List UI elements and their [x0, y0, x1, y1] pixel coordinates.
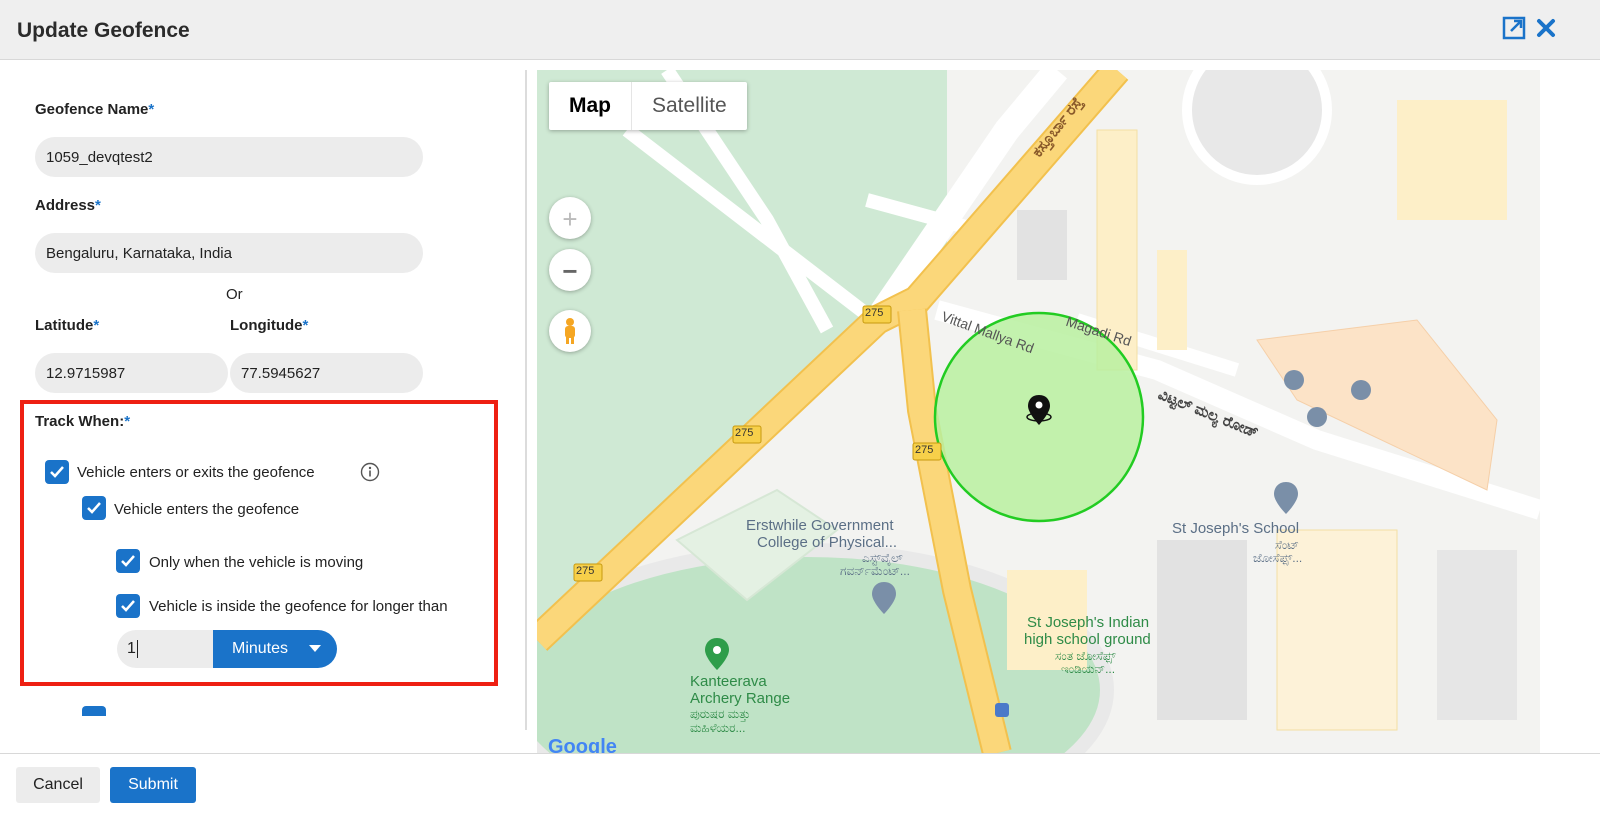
place-label-archery-kn-2: ಮಹಿಳೆಯರ...	[690, 721, 746, 735]
place-label-archery-1: Kanteerava	[690, 673, 767, 690]
geofence-name-label: Geofence Name*	[35, 101, 155, 118]
track-when-label: Track When:*	[35, 413, 131, 430]
place-label-ground-1: St Joseph's Indian	[1027, 614, 1150, 631]
enters-label: Vehicle enters the geofence	[114, 501, 300, 518]
address-label: Address*	[35, 197, 101, 214]
panel-divider	[525, 70, 527, 730]
place-label-college-2: College of Physical...	[757, 534, 898, 551]
enters-exits-label: Vehicle enters or exits the geofence	[77, 464, 315, 481]
geofence-name-input[interactable]	[35, 137, 423, 177]
zoom-in-button[interactable]: +	[549, 197, 591, 239]
map-type-switcher: Map Satellite	[549, 82, 747, 130]
chevron-down-icon	[309, 645, 321, 652]
expand-icon[interactable]	[1502, 16, 1528, 42]
longitude-label: Longitude*	[230, 317, 309, 334]
submit-button[interactable]: Submit	[110, 767, 196, 803]
dialog-title: Update Geofence	[17, 19, 190, 42]
duration-input[interactable]: 1	[117, 630, 217, 668]
place-label-ground-2: high school ground	[1024, 631, 1151, 648]
pegman-icon[interactable]	[549, 310, 591, 352]
cancel-button[interactable]: Cancel	[16, 767, 100, 803]
dialog-header: Update Geofence	[0, 0, 1600, 60]
google-logo: Google	[548, 736, 617, 753]
enters-exits-checkbox[interactable]	[45, 460, 69, 484]
info-icon[interactable]	[360, 462, 380, 487]
place-label-school-kn-2: ಜೋಸೆಫ್ಸ್...	[1253, 551, 1303, 565]
enters-checkbox[interactable]	[82, 496, 106, 520]
latitude-label: Latitude*	[35, 317, 100, 334]
or-separator: Or	[226, 286, 243, 303]
duration-unit-dropdown[interactable]: Minutes	[213, 630, 337, 668]
zoom-out-button[interactable]: −	[549, 249, 591, 291]
route-badge-275-a: 275	[865, 307, 884, 319]
latitude-input[interactable]	[35, 353, 228, 393]
route-badge-275-d: 275	[576, 565, 595, 577]
place-label-college-kn-2: ಗವರ್ನ್‌ಮೆಂಟ್...	[840, 564, 910, 578]
inside-longer-label: Vehicle is inside the geofence for longe…	[149, 598, 448, 615]
dialog-footer: Cancel Submit	[0, 753, 1600, 828]
partial-checkbox[interactable]	[82, 706, 106, 716]
route-badge-275-b: 275	[735, 427, 754, 439]
address-input[interactable]	[35, 233, 423, 273]
map-canvas	[537, 70, 1540, 753]
duration-unit-label: Minutes	[232, 640, 289, 657]
close-icon[interactable]	[1534, 16, 1560, 42]
place-label-college-1: Erstwhile Government	[746, 517, 894, 534]
map-type-satellite[interactable]: Satellite	[632, 82, 747, 130]
place-label-archery-2: Archery Range	[690, 690, 791, 707]
map-type-map[interactable]: Map	[549, 82, 632, 130]
place-label-ground-kn-2: ಇಂಡಿಯನ್...	[1061, 662, 1116, 676]
place-label-archery-kn-1: ಪುರುಷರ ಮತ್ತು	[690, 707, 751, 721]
longitude-input[interactable]	[230, 353, 423, 393]
place-label-school: St Joseph's School	[1172, 520, 1300, 537]
inside-longer-checkbox[interactable]	[116, 594, 140, 618]
map-view[interactable]: Map Satellite + − Vittal Mallya Rd Magad…	[537, 70, 1540, 753]
moving-checkbox[interactable]	[116, 549, 140, 573]
moving-label: Only when the vehicle is moving	[149, 554, 364, 571]
route-badge-275-c: 275	[915, 444, 934, 456]
